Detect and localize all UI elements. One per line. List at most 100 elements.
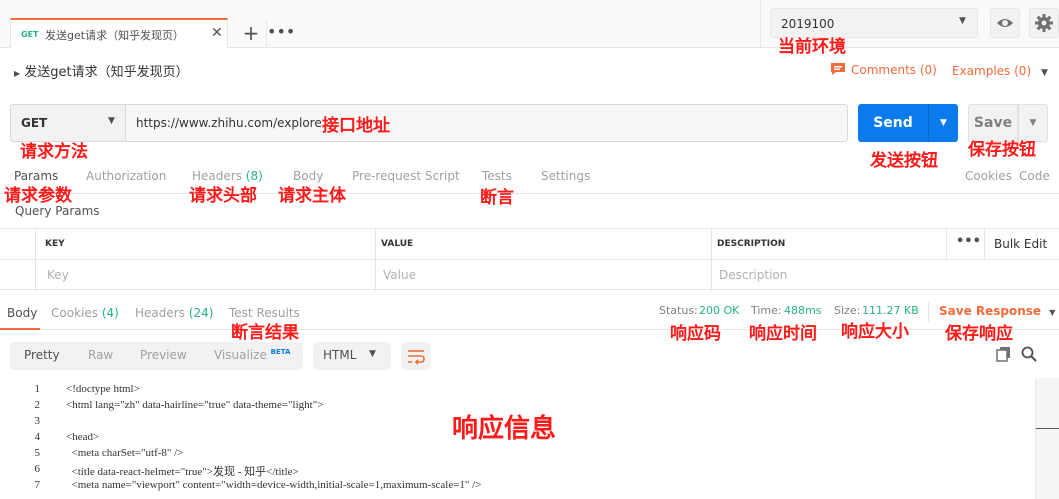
code-line: <meta name="viewport" content="width=dev… <box>66 479 482 491</box>
view-visualize[interactable]: Visualize BETA <box>214 348 290 362</box>
bulk-edit-link[interactable]: Bulk Edit <box>994 237 1047 251</box>
view-visualize-label: Visualize <box>214 348 267 362</box>
tab-method-badge: GET <box>21 30 39 39</box>
comments-button[interactable]: Comments (0) <box>830 62 937 77</box>
chevron-down-icon: ▼ <box>959 16 966 26</box>
view-mode-group: Pretty Raw Preview Visualize BETA <box>10 342 303 370</box>
view-preview[interactable]: Preview <box>140 348 187 362</box>
params-table: KEY VALUE DESCRIPTION ••• Bulk Edit Key … <box>0 228 1059 291</box>
request-tab[interactable]: GET 发送get请求（知乎发现页） ✕ <box>10 18 228 48</box>
annotation-method: 请求方法 <box>20 142 88 162</box>
save-response-label: Save Response <box>939 304 1042 318</box>
line-number: 4 <box>34 431 41 443</box>
scrollbar-marker <box>1036 428 1059 429</box>
cookies-count: (4) <box>101 306 119 320</box>
code-line: <head> <box>66 431 100 443</box>
method-value: GET <box>21 116 48 130</box>
send-button[interactable]: Send <box>858 104 928 142</box>
format-select[interactable]: HTML ▼ <box>313 342 391 370</box>
annotation-body: 请求主体 <box>278 186 346 206</box>
examples-label: Examples (0) <box>952 64 1032 78</box>
response-tab-cookies-label: Cookies <box>51 306 98 320</box>
code-line: <!doctype html> <box>66 383 140 395</box>
tab-prerequest-script[interactable]: Pre-request Script <box>352 169 460 183</box>
response-tab-body[interactable]: Body <box>7 306 37 320</box>
wrap-lines-button[interactable] <box>401 342 431 370</box>
divider <box>375 229 376 291</box>
key-input[interactable]: Key <box>47 268 69 282</box>
line-number: 3 <box>34 415 41 427</box>
description-input[interactable]: Description <box>719 268 787 282</box>
request-name[interactable]: ▶ 发送get请求（知乎发现页） <box>14 61 189 80</box>
url-value: https://www.zhihu.com/explore <box>136 116 322 130</box>
annotation-status: 响应码 <box>670 324 721 344</box>
response-tab-headers-label: Headers <box>135 306 185 320</box>
format-value: HTML <box>323 348 357 362</box>
code-line: <title data-react-helmet="true">发现 - 知乎<… <box>66 466 299 478</box>
environment-settings-button[interactable] <box>1029 8 1059 38</box>
divider <box>35 229 36 291</box>
time-value: 488ms <box>784 304 822 317</box>
status-value: 200 OK <box>699 304 740 317</box>
column-header-value: VALUE <box>381 239 414 249</box>
annotation-test-results: 断言结果 <box>231 323 299 343</box>
code-link[interactable]: Code <box>1019 169 1050 183</box>
response-headers-count: (24) <box>188 306 214 320</box>
response-tab-headers[interactable]: Headers (24) <box>135 306 213 320</box>
eye-icon <box>997 19 1013 27</box>
annotation-url: 接口地址 <box>322 116 390 136</box>
divider <box>928 302 929 322</box>
send-options-button[interactable]: ▼ <box>928 104 958 142</box>
response-tab-cookies[interactable]: Cookies (4) <box>51 306 119 320</box>
copy-icon[interactable] <box>996 346 1012 362</box>
tab-tests[interactable]: Tests <box>482 169 512 183</box>
code-line: <html lang="zh" data-hairline="true" dat… <box>66 399 324 411</box>
chevron-down-icon: ▼ <box>1049 308 1056 317</box>
caret-right-icon: ▶ <box>14 69 21 78</box>
annotation-response: 响应信息 <box>452 414 557 444</box>
value-input[interactable]: Value <box>383 268 416 282</box>
active-tab-indicator <box>0 328 40 330</box>
new-tab-button[interactable]: + <box>238 20 264 46</box>
query-params-title: Query Params <box>15 204 100 218</box>
beta-badge: BETA <box>270 348 291 356</box>
chevron-down-icon: ▼ <box>369 349 376 359</box>
url-input[interactable]: https://www.zhihu.com/explore <box>125 104 848 142</box>
annotation-save-response: 保存响应 <box>945 324 1013 344</box>
column-header-description: DESCRIPTION <box>717 239 786 249</box>
examples-dropdown[interactable]: Examples (0) ▼ <box>952 64 1048 78</box>
view-pretty[interactable]: Pretty <box>24 348 60 362</box>
more-tabs-button[interactable]: ••• <box>266 20 295 46</box>
status-label: Status: <box>659 304 698 317</box>
line-number: 2 <box>34 399 41 411</box>
close-icon[interactable]: ✕ <box>211 25 223 41</box>
tab-title: 发送get请求（知乎发现页） <box>45 29 185 42</box>
wrap-lines-icon <box>408 350 425 365</box>
environment-quick-look-button[interactable] <box>990 8 1020 38</box>
scrollbar[interactable] <box>1035 378 1059 499</box>
code-line: <meta charSet="utf-8" /> <box>66 447 184 459</box>
environment-value: 2019100 <box>781 17 835 31</box>
comments-label: Comments (0) <box>851 63 937 77</box>
chevron-down-icon: ▼ <box>1029 118 1037 128</box>
comment-icon <box>831 63 845 75</box>
line-number: 5 <box>34 447 41 459</box>
divider <box>711 229 712 291</box>
annotation-headers: 请求头部 <box>189 186 257 206</box>
tab-authorization[interactable]: Authorization <box>86 169 166 183</box>
size-value: 111.27 KB <box>862 304 919 317</box>
column-header-key: KEY <box>45 239 65 249</box>
more-options-icon[interactable]: ••• <box>956 234 981 249</box>
chevron-down-icon: ▼ <box>1040 68 1048 78</box>
chevron-down-icon: ▼ <box>940 118 947 128</box>
save-response-button[interactable]: Save Response ▼ <box>939 304 1055 318</box>
view-raw[interactable]: Raw <box>88 348 113 362</box>
request-tabs: Params Authorization Headers (8) Body Pr… <box>0 162 1059 194</box>
cookies-link[interactable]: Cookies <box>965 169 1012 183</box>
request-name-label: 发送get请求（知乎发现页） <box>24 65 189 80</box>
tab-settings[interactable]: Settings <box>541 169 590 183</box>
annotation-time: 响应时间 <box>749 324 817 344</box>
line-number: 7 <box>34 479 41 491</box>
line-number: 1 <box>34 383 41 395</box>
search-icon[interactable] <box>1021 346 1037 362</box>
